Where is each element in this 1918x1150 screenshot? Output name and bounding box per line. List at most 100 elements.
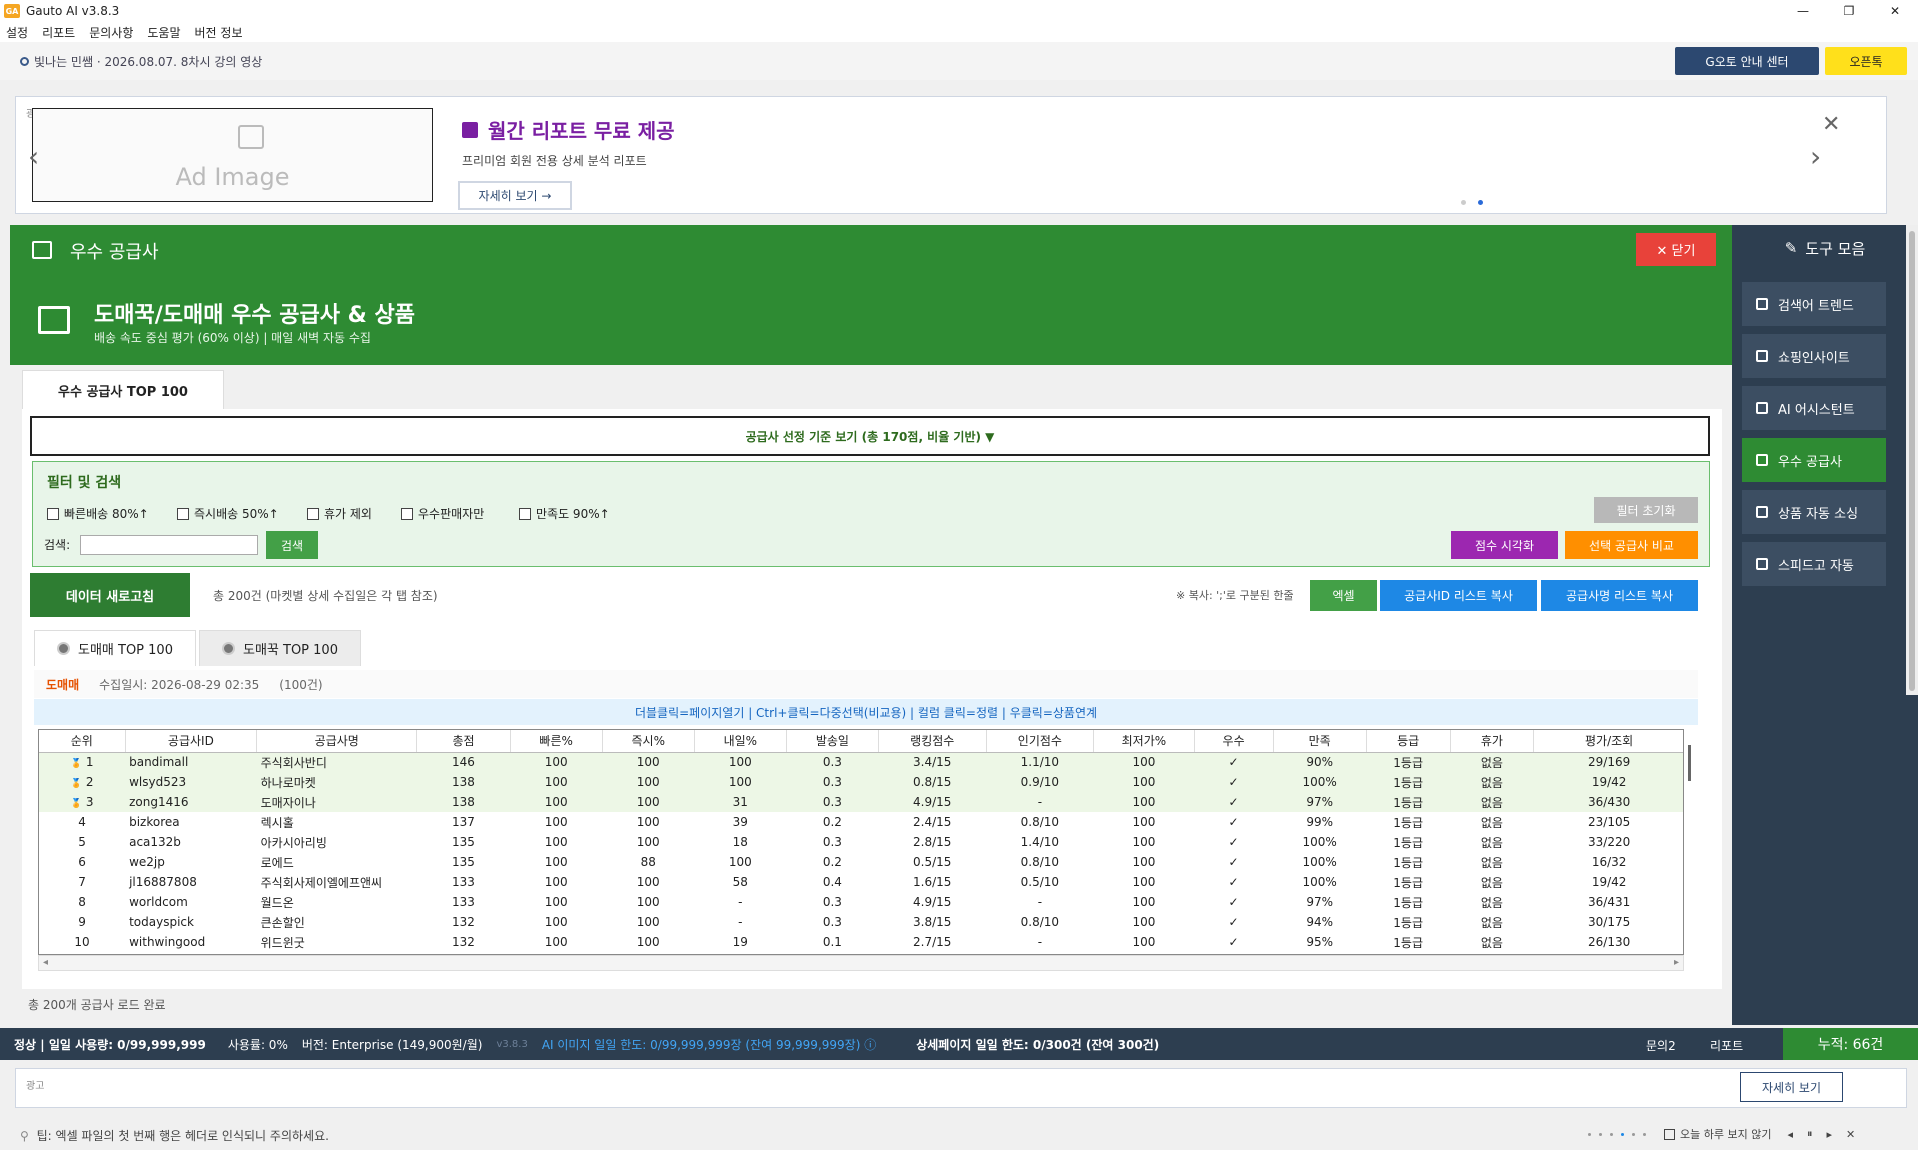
column-header[interactable]: 빠른%	[510, 730, 603, 753]
table-row[interactable]: 4 bizkorea 렉시홀 137 100 100 39 0.2 2.4/15 0.8/10 10…	[39, 812, 1683, 832]
ai-image-limit[interactable]: AI 이미지 일일 한도: 0/99,999,999장 (잔여 99,999,9…	[542, 1036, 876, 1053]
column-header[interactable]: 우수	[1194, 730, 1274, 753]
tip-dot[interactable]	[1610, 1132, 1613, 1136]
table-row[interactable]: 🏅 3 zong1416 도매자이나 138 100 100 31 0.3 4.9/15-100 ✓…	[39, 792, 1683, 812]
copy-id-button[interactable]: 공급사ID 리스트 복사	[1380, 580, 1537, 611]
tip-pause-button[interactable]: ⏸	[1807, 1127, 1813, 1141]
scroll-left-icon[interactable]: ◂	[43, 957, 48, 968]
column-header[interactable]: 평가/조회	[1533, 730, 1683, 753]
bottom-ad-more-button[interactable]: 자세히 보기	[1740, 1072, 1843, 1102]
check-fast-ship[interactable]: 빠른배송 80%↑	[47, 505, 149, 522]
table-cell: 4.9/15	[878, 792, 987, 812]
notice-link[interactable]: 빛나는 민쌤 · 2026.08.07. 8차시 강의 영상	[20, 53, 262, 70]
ad-more-button[interactable]: 자세히 보기 →	[458, 181, 572, 210]
check-satisfaction[interactable]: 만족도 90%↑	[519, 505, 610, 522]
tip-dot[interactable]	[1643, 1132, 1646, 1136]
sidebar-item-ai-assistant[interactable]: AI 어시스턴트	[1742, 386, 1886, 430]
window-close-button[interactable]: ✕	[1872, 0, 1918, 22]
ad-next-button[interactable]: ›	[1810, 140, 1821, 173]
chart-icon	[1756, 350, 1768, 362]
tip-dot-active[interactable]	[1621, 1132, 1624, 1136]
table-row[interactable]: 6 we2jp 로에드 135 100 88 100 0.2 0.5/15 0.8/10 100 ✓ 1…	[39, 852, 1683, 872]
menu-inquiry[interactable]: 문의사항	[89, 24, 133, 41]
column-header[interactable]: 인기점수	[986, 730, 1095, 753]
column-header[interactable]: 즉시%	[602, 730, 695, 753]
sidebar-item-speedgo[interactable]: 스피드고 자동	[1742, 542, 1886, 586]
column-header[interactable]: 등급	[1366, 730, 1451, 753]
sidebar-item-auto-sourcing[interactable]: 상품 자동 소싱	[1742, 490, 1886, 534]
table-cell: 100	[544, 815, 568, 829]
table-row[interactable]: 10 withwingood 위드윈굿 132 100 100 19 0.1 2.7/15 - 10…	[39, 932, 1683, 952]
sidebar-item-shopping-insight[interactable]: 쇼핑인사이트	[1742, 334, 1886, 378]
ad-image[interactable]: Ad Image	[32, 108, 433, 202]
window-vscroll[interactable]	[1906, 225, 1918, 695]
tab-domeggook[interactable]: 도매꾹 TOP 100	[199, 630, 361, 666]
table-cell: ✓	[1228, 935, 1239, 949]
menu-report[interactable]: 리포트	[42, 24, 75, 41]
check-top-seller[interactable]: 우수판매자만	[401, 505, 484, 522]
table-hscroll[interactable]: ◂ ▸	[38, 955, 1684, 971]
open-chat-button[interactable]: 오픈톡	[1825, 47, 1907, 75]
tip-dot[interactable]	[1588, 1132, 1591, 1136]
inquiry-button[interactable]: 문의2	[1646, 1037, 1676, 1054]
column-header[interactable]: 공급사명	[256, 730, 418, 753]
tab-domemae[interactable]: 도매매 TOP 100	[34, 630, 196, 666]
scroll-right-icon[interactable]: ▸	[1674, 957, 1679, 968]
supplier-table[interactable]: 순위 공급사ID 공급사명 총점 빠른% 즉시% 내일% 발송일 랭킹점수 인기점수 최저가% 우수 만…	[38, 729, 1684, 955]
check-exclude-vacation[interactable]: 휴가 제외	[307, 505, 372, 522]
tip-dot[interactable]	[1599, 1132, 1602, 1136]
search-button[interactable]: 검색	[266, 531, 318, 559]
filter-reset-button[interactable]: 필터 초기화	[1594, 497, 1698, 523]
compare-button[interactable]: 선택 공급사 비교	[1565, 531, 1698, 559]
column-header[interactable]: 휴가	[1450, 730, 1535, 753]
table-row[interactable]: 5 aca132b 아카시아리빙 135 100 100 18 0.3 2.8/15 1.4/10…	[39, 832, 1683, 852]
column-header[interactable]: 공급사ID	[125, 730, 258, 753]
panel-close-button[interactable]: ✕ 닫기	[1636, 233, 1716, 266]
report-button[interactable]: 리포트	[1710, 1037, 1743, 1054]
scroll-thumb[interactable]	[1909, 231, 1915, 691]
table-cell: 16/32	[1591, 855, 1627, 869]
ad-prev-button[interactable]: ‹	[28, 140, 39, 173]
excel-button[interactable]: 엑셀	[1310, 580, 1377, 611]
search-input[interactable]	[80, 535, 258, 555]
table-cell: 100	[544, 935, 568, 949]
ad-close-button[interactable]: ✕	[1822, 112, 1840, 137]
check-instant-ship[interactable]: 즉시배송 50%↑	[177, 505, 279, 522]
column-header[interactable]: 총점	[416, 730, 511, 753]
table-row[interactable]: 🏅 1 bandimall 주식회사반디 146 100 100 100 0.3 3.4/15 1.…	[39, 752, 1683, 772]
table-cell: ✓	[1228, 815, 1239, 829]
ad-dot-active[interactable]	[1478, 200, 1483, 205]
tip-prev-button[interactable]: ◂	[1787, 1128, 1793, 1141]
ad-dot[interactable]	[1461, 200, 1466, 205]
tip-close-button[interactable]: ✕	[1846, 1128, 1855, 1141]
tip-next-button[interactable]: ▸	[1826, 1128, 1832, 1141]
table-row[interactable]: 8 worldcom 월드온 133 100 100 - 0.3 4.9/15 - 100 ✓ 97% 1…	[39, 892, 1683, 912]
maximize-button[interactable]: ❐	[1826, 0, 1872, 22]
score-visualize-button[interactable]: 점수 시각화	[1451, 531, 1558, 559]
column-header[interactable]: 만족	[1273, 730, 1367, 753]
table-row[interactable]: 🏅 2 wlsyd523 하나로마켓 138 100 100 100 0.3 0.8/15 0.9/…	[39, 772, 1683, 792]
tip-dot[interactable]	[1632, 1132, 1635, 1136]
criteria-toggle[interactable]: 공급사 선정 기준 보기 (총 170점, 비율 기반) ▼	[30, 416, 1710, 456]
sidebar-item-top-supplier[interactable]: 우수 공급사	[1742, 438, 1886, 482]
refresh-button[interactable]: 데이터 새로고침	[30, 573, 190, 617]
minimize-button[interactable]: —	[1780, 0, 1826, 22]
guide-center-button[interactable]: G오토 안내 센터	[1675, 47, 1819, 75]
table-cell: 36/431	[1588, 895, 1631, 909]
menu-version[interactable]: 버전 정보	[195, 24, 243, 41]
menu-help[interactable]: 도움말	[147, 24, 180, 41]
table-vscroll-thumb[interactable]	[1688, 745, 1691, 781]
copy-name-button[interactable]: 공급사명 리스트 복사	[1541, 580, 1698, 611]
column-header[interactable]: 내일%	[694, 730, 787, 753]
column-header[interactable]: 최저가%	[1093, 730, 1195, 753]
hide-today-checkbox[interactable]	[1664, 1128, 1675, 1140]
menu-settings[interactable]: 설정	[6, 24, 28, 41]
column-header[interactable]: 발송일	[786, 730, 879, 753]
table-row[interactable]: 7 jl16887808 주식회사제이엘에프앤씨 133 100 100 58 0.4 1.6/…	[39, 872, 1683, 892]
sidebar-item-search-trend[interactable]: 검색어 트렌드	[1742, 282, 1886, 326]
tab-top100[interactable]: 우수 공급사 TOP 100	[22, 370, 224, 409]
column-header[interactable]: 랭킹점수	[878, 730, 987, 753]
column-header[interactable]: 순위	[39, 730, 126, 753]
table-cell: 없음	[1480, 915, 1503, 930]
table-row[interactable]: 9 todayspick 큰손할인 132 100 100 - 0.3 3.8/15 0.8/10…	[39, 912, 1683, 932]
